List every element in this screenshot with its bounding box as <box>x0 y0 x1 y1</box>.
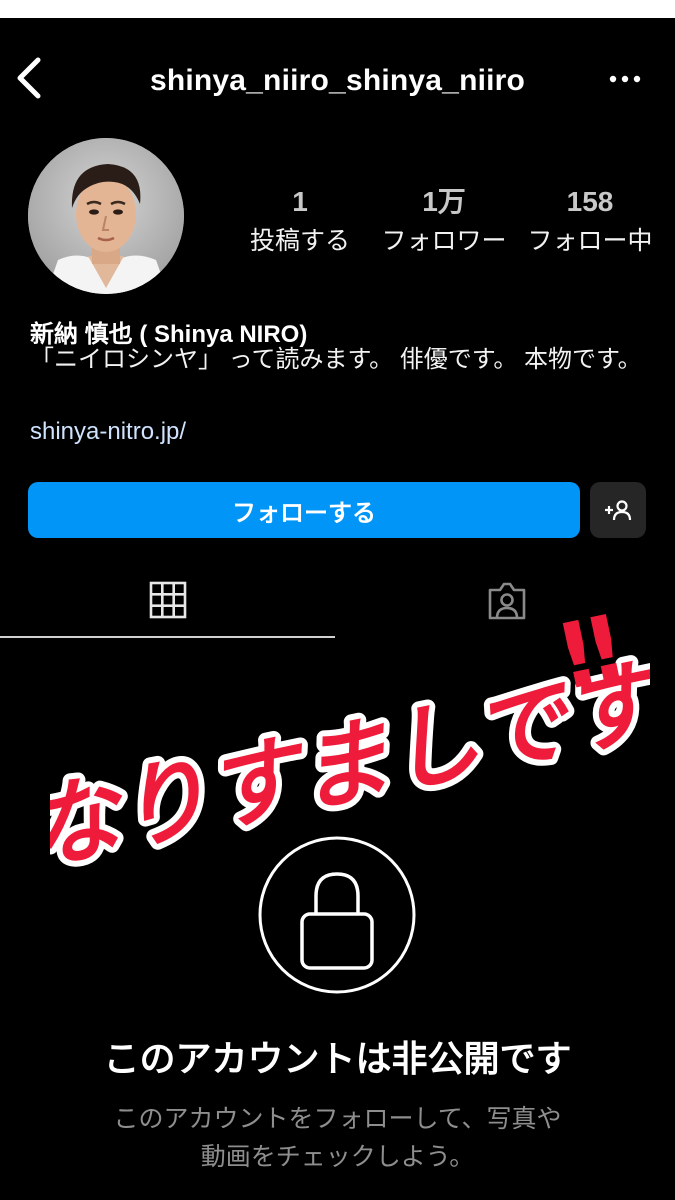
lock-icon <box>258 836 416 994</box>
private-desc-line-2: 動画をチェックしよう。 <box>200 1143 475 1171</box>
stat-followers[interactable]: 1万 フォロワー <box>378 186 510 258</box>
follow-button[interactable]: フォローする <box>28 482 580 538</box>
avatar[interactable] <box>28 138 184 294</box>
private-desc-line-1: このアカウントをフォローして、写真や <box>113 1105 562 1133</box>
add-person-icon <box>605 500 632 521</box>
stat-posts[interactable]: 1 投稿する <box>240 186 360 258</box>
stat-posts-value: 1 <box>292 186 308 217</box>
more-dots-icon[interactable] <box>608 74 642 84</box>
stat-followers-label: フォロワー <box>381 227 507 255</box>
stat-following[interactable]: 158 フォロー中 <box>524 186 656 258</box>
stat-following-value: 158 <box>566 186 614 217</box>
profile-username: shinya_niiro_shinya_niiro <box>149 64 526 97</box>
stat-followers-value: 1万 <box>422 186 466 217</box>
private-account-description: このアカウントをフォローして、写真や 動画をチェックしよう。 <box>60 1100 615 1176</box>
stat-posts-label: 投稿する <box>249 227 350 255</box>
chevron-left-icon[interactable] <box>12 56 48 100</box>
profile-bio: 「ニイロシンヤ」 って読みます。 俳優です。 本物です。 <box>30 346 642 373</box>
stat-following-label: フォロー中 <box>527 227 653 255</box>
profile-screen: shinya_niiro_shinya_niiro 1 投稿する 1万 フォロワ… <box>0 18 675 1200</box>
profile-link[interactable]: shinya-nitro.jp/ <box>30 418 186 446</box>
private-account-title: このアカウントは非公開です <box>103 1038 572 1079</box>
suggest-people-button[interactable] <box>590 482 646 538</box>
